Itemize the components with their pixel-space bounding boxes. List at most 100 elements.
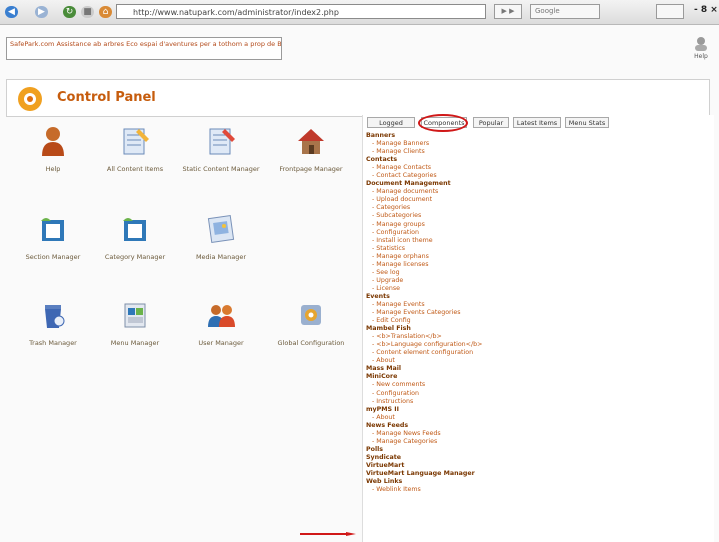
category-folder-icon (123, 218, 146, 241)
media-manager-button[interactable]: Media Manager (180, 213, 262, 261)
component-link[interactable]: - Manage orphans (366, 253, 706, 261)
all-content-items-button[interactable]: All Content Items (94, 125, 176, 173)
component-category[interactable]: Events (366, 293, 706, 301)
component-link[interactable]: - Configuration (366, 390, 706, 398)
section-manager-button[interactable]: Section Manager (12, 213, 94, 261)
component-link[interactable]: - Manage Clients (366, 148, 706, 156)
component-link[interactable]: - Manage Banners (366, 140, 706, 148)
component-link[interactable]: - Contact Categories (366, 172, 706, 180)
content-items-icon (123, 128, 149, 155)
search-input[interactable]: Google (530, 4, 600, 19)
icon-label: Global Configuration (277, 339, 345, 347)
users-icon (208, 305, 235, 327)
component-category[interactable]: Syndicate (366, 454, 706, 462)
url-input[interactable]: http://www.natupark.com/administrator/in… (116, 4, 486, 19)
go-button[interactable]: ▶ ▶ (494, 4, 522, 19)
section-folder-icon (41, 218, 64, 241)
menu-icon (124, 303, 146, 328)
component-link[interactable]: - <b>Translation</b> (366, 333, 706, 341)
component-category[interactable]: News Feeds (366, 422, 706, 430)
window-controls[interactable]: - 8 × (694, 5, 718, 15)
component-link[interactable]: - Manage licenses (366, 261, 706, 269)
back-icon[interactable]: ◀ (5, 6, 18, 18)
component-category[interactable]: Banners (366, 132, 706, 140)
top-help-button[interactable]: Help (687, 37, 715, 63)
tab-latest-items[interactable]: Latest Items (513, 117, 561, 128)
component-link[interactable]: - Manage Events (366, 301, 706, 309)
component-link[interactable]: - See log (366, 269, 706, 277)
component-link[interactable]: - Manage News Feeds (366, 430, 706, 438)
browser-toolbar: ◀ ▶ ↻ ■ ⌂ http://www.natupark.com/admini… (0, 0, 719, 25)
category-manager-button[interactable]: Category Manager (94, 213, 176, 261)
site-area: SafePark.com Assistance ab arbres Eco es… (0, 25, 719, 542)
component-link[interactable]: - Configuration (366, 229, 706, 237)
user-manager-button[interactable]: User Manager (180, 299, 262, 347)
component-link[interactable]: - About (366, 414, 706, 422)
icon-label: Media Manager (195, 253, 247, 261)
url-text: http://www.natupark.com/administrator/in… (133, 8, 339, 17)
help-person-icon (695, 37, 707, 51)
forward-icon[interactable]: ▶ (35, 6, 48, 18)
reload-icon[interactable]: ↻ (63, 6, 76, 18)
icon-label: Trash Manager (29, 339, 77, 347)
component-category[interactable]: Mambel Fish (366, 325, 706, 333)
component-category[interactable]: MiniCore (366, 373, 706, 381)
component-link[interactable]: - Manage Categories (366, 438, 706, 446)
icon-label: Static Content Manager (182, 165, 260, 173)
component-link[interactable]: - Install icon theme (366, 237, 706, 245)
component-link[interactable]: - <b>Language configuration</b> (366, 341, 706, 349)
component-link[interactable]: - Manage documents (366, 188, 706, 196)
search-engine-label: Google (535, 7, 560, 15)
menu-manager-button[interactable]: Menu Manager (94, 299, 176, 347)
component-link[interactable]: - Weblink Items (366, 486, 706, 494)
component-link[interactable]: - New comments (366, 381, 706, 389)
control-panel-header: Control Panel (6, 79, 710, 117)
tab-menu-stats[interactable]: Menu Stats (565, 117, 609, 128)
icon-label: All Content Items (106, 165, 164, 173)
tab-label: Menu Stats (568, 119, 606, 127)
component-category[interactable]: myPMS II (366, 406, 706, 414)
red-arrow-icon (300, 532, 356, 536)
component-link[interactable]: - Statistics (366, 245, 706, 253)
component-category[interactable]: Web Links (366, 478, 706, 486)
component-category[interactable]: Mass Mail (366, 365, 706, 373)
home-icon[interactable]: ⌂ (99, 6, 112, 18)
component-link[interactable]: - Manage Events Categories (366, 309, 706, 317)
component-category[interactable]: VirtueMart Language Manager (366, 470, 706, 478)
component-category[interactable]: Contacts (366, 156, 706, 164)
component-link[interactable]: - Instructions (366, 398, 706, 406)
component-category[interactable]: Polls (366, 446, 706, 454)
component-link[interactable]: - Content element configuration (366, 349, 706, 357)
trash-manager-button[interactable]: Trash Manager (12, 299, 94, 347)
help-button[interactable]: Help (12, 125, 94, 173)
icon-label: Section Manager (25, 253, 81, 261)
icon-grid: Help All Content Items Static Content Ma… (12, 125, 357, 365)
components-list: Banners - Manage Banners - Manage Clients C… (366, 132, 706, 494)
component-category[interactable]: Document Management (366, 180, 706, 188)
tab-popular[interactable]: Popular (473, 117, 509, 128)
component-link[interactable]: - Manage groups (366, 221, 706, 229)
component-category[interactable]: VirtueMart (366, 462, 706, 470)
tab-label: Popular (478, 119, 504, 127)
global-configuration-button[interactable]: Global Configuration (270, 299, 352, 347)
search-button[interactable] (656, 4, 684, 19)
icon-label: Frontpage Manager (279, 165, 343, 173)
tab-logged[interactable]: Logged (367, 117, 415, 128)
control-panel-gear-icon (18, 87, 42, 111)
component-link[interactable]: - Edit Config (366, 317, 706, 325)
component-link[interactable]: - License (366, 285, 706, 293)
component-link[interactable]: - Subcategories (366, 212, 706, 220)
page-title: Control Panel (57, 90, 156, 105)
component-link[interactable]: - About (366, 357, 706, 365)
component-link[interactable]: - Manage Contacts (366, 164, 706, 172)
static-content-icon (209, 128, 235, 155)
icon-label: Category Manager (104, 253, 166, 261)
component-link[interactable]: - Categories (366, 204, 706, 212)
frontpage-house-icon (298, 129, 324, 154)
stop-icon[interactable]: ■ (81, 6, 94, 18)
tab-label: Latest Items (516, 119, 558, 127)
static-content-manager-button[interactable]: Static Content Manager (180, 125, 262, 173)
frontpage-manager-button[interactable]: Frontpage Manager (270, 125, 352, 173)
component-link[interactable]: - Upload document (366, 196, 706, 204)
component-link[interactable]: - Upgrade (366, 277, 706, 285)
